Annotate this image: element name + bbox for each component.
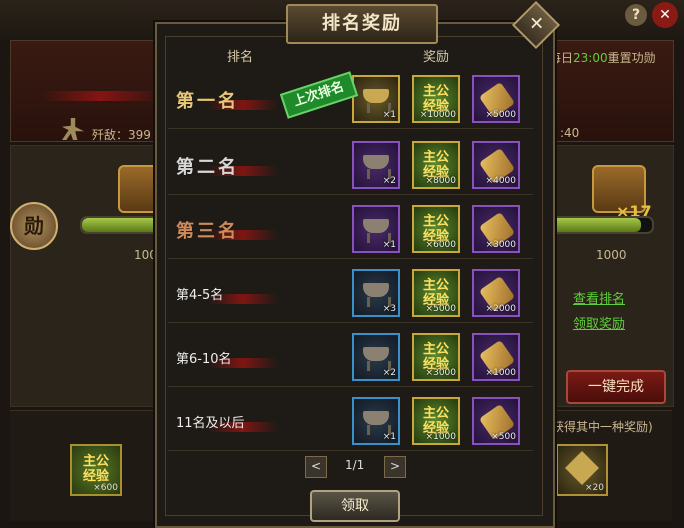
- next-page-button[interactable]: >: [384, 456, 406, 478]
- claim-reward-link[interactable]: 领取奖励: [573, 313, 625, 332]
- cauldron-reward-slot[interactable]: ×2: [352, 333, 400, 381]
- cauldron-icon: [363, 277, 391, 307]
- reward-row: 11名及以后 ×1 主公经验 ×1000 ×500: [168, 392, 533, 451]
- prev-page-button[interactable]: <: [305, 456, 327, 478]
- cauldron-reward-slot[interactable]: ×2: [352, 141, 400, 189]
- cauldron-reward-slot[interactable]: ×1: [352, 75, 400, 123]
- item-quantity: ×10000: [419, 110, 456, 120]
- bottom-right-qty: ×20: [585, 483, 604, 493]
- rank-label: 第一名: [176, 91, 239, 112]
- scroll-reward-slot[interactable]: ×2000: [472, 269, 520, 317]
- one-click-complete-button[interactable]: 一键完成: [566, 370, 666, 404]
- scroll-reward-slot[interactable]: ×4000: [472, 141, 520, 189]
- exp-reward-slot[interactable]: 主公经验 ×6000: [412, 205, 460, 253]
- item-quantity: ×2000: [485, 304, 516, 314]
- column-header-rank: 排名: [227, 50, 254, 65]
- dialog-title: 排名奖励: [286, 4, 438, 44]
- cauldron-reward-slot[interactable]: ×1: [352, 397, 400, 445]
- red-smear-decoration: [41, 91, 161, 101]
- exp-item-qty: ×600: [93, 483, 118, 493]
- merit-badge-icon: 勋: [10, 202, 58, 250]
- rank-label: 第二名: [176, 157, 239, 178]
- item-quantity: ×3000: [425, 368, 456, 378]
- exp-reward-slot[interactable]: 主公经验 ×10000: [412, 75, 460, 123]
- item-quantity: ×6000: [425, 240, 456, 250]
- bottom-exp-item[interactable]: 主公经验 ×600: [70, 444, 122, 496]
- exp-reward-slot[interactable]: 主公经验 ×1000: [412, 397, 460, 445]
- item-quantity: ×2: [382, 368, 396, 378]
- item-quantity: ×500: [491, 432, 516, 442]
- claim-button[interactable]: 领取: [310, 490, 400, 522]
- exp-item-label: 主公经验: [82, 454, 109, 484]
- token-icon: [565, 451, 599, 485]
- reward-hint-text: 获得其中一种奖励): [552, 420, 653, 434]
- rank-label: 11名及以后: [176, 416, 245, 431]
- item-quantity: ×1000: [425, 432, 456, 442]
- rank-label: 第三名: [176, 221, 239, 242]
- item-quantity: ×1: [382, 110, 396, 120]
- scroll-reward-slot[interactable]: ×5000: [472, 75, 520, 123]
- item-quantity: ×3000: [485, 240, 516, 250]
- reward-row: 第三名 ×1 主公经验 ×6000 ×3000: [168, 200, 533, 259]
- item-quantity: ×5000: [425, 304, 456, 314]
- rank-label: 第4-5名: [176, 288, 224, 303]
- scroll-reward-slot[interactable]: ×3000: [472, 205, 520, 253]
- view-rank-link[interactable]: 查看排名: [573, 288, 625, 307]
- cauldron-icon: [363, 83, 391, 113]
- cauldron-reward-slot[interactable]: ×3: [352, 269, 400, 317]
- page-indicator: 1/1: [345, 458, 365, 472]
- cauldron-icon: [363, 341, 391, 371]
- reward-row: 第6-10名 ×2 主公经验 ×3000 ×1000: [168, 328, 533, 387]
- rank-label: 第6-10名: [176, 352, 232, 367]
- help-button[interactable]: ?: [625, 4, 647, 26]
- right-stat-value: :40: [560, 126, 580, 140]
- reward-row: 第二名 ×2 主公经验 ×8000 ×4000: [168, 136, 533, 195]
- cauldron-icon: [363, 149, 391, 179]
- bottom-right-item[interactable]: ×20: [556, 444, 608, 496]
- exp-reward-slot[interactable]: 主公经验 ×5000: [412, 269, 460, 317]
- item-quantity: ×5000: [485, 110, 516, 120]
- cauldron-reward-slot[interactable]: ×1: [352, 205, 400, 253]
- cauldron-icon: [363, 405, 391, 435]
- column-header-reward: 奖励: [423, 50, 450, 65]
- daily-reset-text: 每日23:00重置功勋: [549, 51, 656, 65]
- item-quantity: ×4000: [485, 176, 516, 186]
- item-quantity: ×3: [382, 304, 396, 314]
- item-quantity: ×1: [382, 240, 396, 250]
- close-icon: ✕: [529, 13, 545, 35]
- close-screen-button[interactable]: ✕: [652, 2, 678, 28]
- enemy-kill-count: 歼敌：399: [92, 128, 151, 142]
- scroll-reward-slot[interactable]: ×1000: [472, 333, 520, 381]
- progress-left-value: 100: [134, 248, 157, 262]
- progress-right-value: 1000: [596, 248, 627, 262]
- item-quantity: ×1000: [485, 368, 516, 378]
- item-quantity: ×2: [382, 176, 396, 186]
- exp-reward-slot[interactable]: 主公经验 ×8000: [412, 141, 460, 189]
- scroll-reward-slot[interactable]: ×500: [472, 397, 520, 445]
- cauldron-icon: [363, 213, 391, 243]
- item-quantity: ×1: [382, 432, 396, 442]
- reward-row: 第4-5名 ×3 主公经验 ×5000 ×2000: [168, 264, 533, 323]
- exp-reward-slot[interactable]: 主公经验 ×3000: [412, 333, 460, 381]
- item-quantity: ×8000: [425, 176, 456, 186]
